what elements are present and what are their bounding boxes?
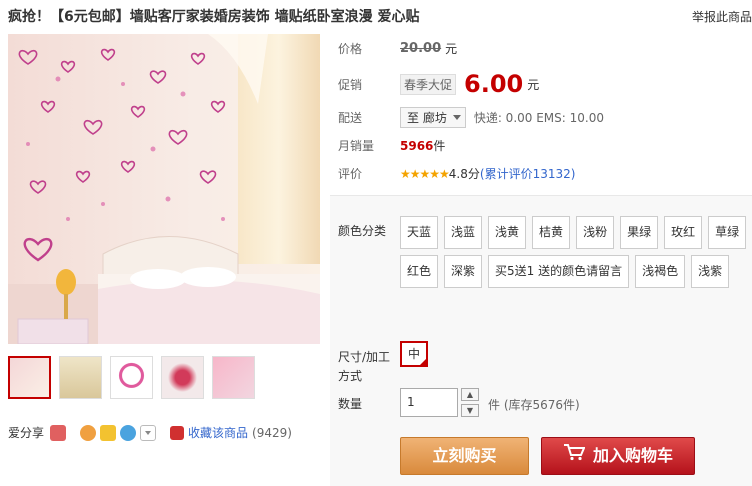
shipping-row: 配送 至 廊坊 快递: 0.00 EMS: 10.00 (338, 107, 604, 128)
price-label: 价格 (338, 42, 363, 56)
thumbnail-2[interactable] (59, 356, 102, 399)
favorite-count: (9429) (252, 425, 292, 440)
favorite-area: 收藏该商品 (9429) (170, 424, 292, 441)
report-link[interactable]: 举报此商品 (692, 8, 752, 25)
thumbnail-3[interactable] (110, 356, 153, 399)
sales-row: 月销量 5966 件 (338, 137, 445, 154)
share-label: 爱分享 (8, 426, 45, 440)
price-currency: 元 (445, 42, 458, 56)
rating-score: 4.8分 (448, 167, 480, 181)
sales-label: 月销量 (338, 139, 375, 153)
thumbnail-strip (8, 356, 255, 399)
color-option[interactable]: 浅褐色 (635, 255, 686, 288)
size-label-2: 方式 (338, 369, 363, 383)
check-icon (418, 357, 428, 367)
sales-count: 5966 (400, 138, 434, 153)
promo-row: 促销 春季大促 6.00 元 (338, 70, 539, 98)
color-option[interactable]: 浅紫 (691, 255, 730, 288)
chevron-down-icon (452, 115, 461, 120)
wangwang-icon[interactable] (120, 424, 137, 441)
color-option[interactable]: 浅黄 (488, 216, 527, 249)
thumbnail-4[interactable] (161, 356, 204, 399)
stock-info: 件 (库存5676件) (488, 398, 580, 412)
chevron-down-icon[interactable] (140, 424, 157, 441)
shipping-info: 快递: 0.00 EMS: 10.00 (473, 111, 604, 125)
star-rating-icon: ★★★★★ (400, 166, 450, 181)
add-to-cart-button[interactable]: 加入购物车 (541, 437, 695, 475)
price-row: 价格 20.00 元 (338, 40, 457, 57)
color-option[interactable]: 深紫 (444, 255, 483, 288)
color-option[interactable]: 草绿 (708, 216, 747, 249)
quantity-decrease-button[interactable]: ▼ (461, 404, 479, 417)
color-option[interactable]: 红色 (400, 255, 439, 288)
shipping-destination-select[interactable]: 至 廊坊 (400, 107, 466, 128)
cart-icon (563, 438, 586, 474)
favorite-link[interactable]: 收藏该商品 (188, 424, 248, 441)
original-price: 20.00 (400, 41, 442, 56)
promo-currency: 元 (527, 77, 540, 92)
promo-price: 6.00 (464, 70, 524, 98)
color-option[interactable]: 桔黄 (532, 216, 571, 249)
rating-row: 评价 ★★★★★ 4.8分 (累计评价13132) (338, 165, 575, 182)
qzone-icon[interactable] (100, 424, 117, 441)
add-to-cart-label: 加入购物车 (592, 446, 673, 465)
thumbnail-1[interactable] (8, 356, 51, 399)
quantity-input[interactable]: 1 (400, 388, 458, 417)
promo-label: 促销 (338, 77, 363, 92)
share-bar: 爱分享 (8, 424, 157, 441)
promo-tag: 春季大促 (400, 73, 457, 95)
review-count-link[interactable]: (累计评价13132) (480, 165, 576, 182)
color-label: 颜色分类 (338, 224, 387, 238)
size-label: 尺寸/加工 (338, 350, 391, 364)
color-option[interactable]: 浅蓝 (444, 216, 483, 249)
quantity-increase-button[interactable]: ▲ (461, 388, 479, 401)
quantity-label: 数量 (338, 397, 363, 411)
color-option[interactable]: 果绿 (620, 216, 659, 249)
color-option[interactable]: 玫红 (664, 216, 703, 249)
shipping-label: 配送 (338, 111, 363, 125)
weibo-icon[interactable] (80, 424, 97, 441)
shipping-destination: 至 廊坊 (407, 111, 447, 125)
product-title: 疯抢！【6元包邮】墙贴客厅家装婚房装饰 墙贴纸卧室浪漫 爱心贴 (8, 9, 420, 25)
favorite-icon[interactable] (170, 425, 184, 440)
rating-label: 评价 (338, 167, 363, 181)
buy-now-button[interactable]: 立刻购买 (400, 437, 529, 475)
size-option-selected[interactable]: 中 (400, 341, 428, 367)
main-product-image (8, 34, 320, 344)
color-options: 天蓝 浅蓝 浅黄 桔黄 浅粉 果绿 玫红 草绿 红色 深紫 买5送1 送的颜色请… (400, 216, 752, 288)
thumbnail-5[interactable] (212, 356, 255, 399)
renren-icon[interactable] (50, 424, 67, 441)
sales-unit: 件 (433, 139, 446, 153)
color-option[interactable]: 买5送1 送的颜色请留言 (488, 255, 630, 288)
color-option[interactable]: 浅粉 (576, 216, 615, 249)
color-option[interactable]: 天蓝 (400, 216, 439, 249)
